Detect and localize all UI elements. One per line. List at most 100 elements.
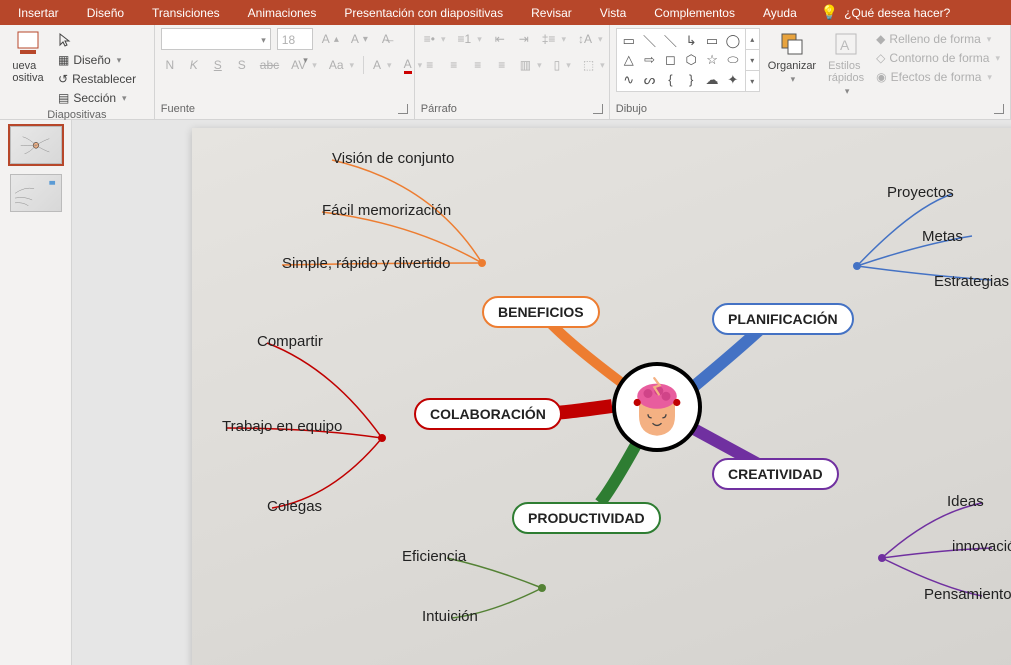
leaf-simple[interactable]: Simple, rápido y divertido <box>282 255 450 272</box>
align-text-button[interactable]: ▯ <box>551 56 574 74</box>
tab-animaciones[interactable]: Animaciones <box>234 2 331 24</box>
text-direction-button[interactable]: ↕A <box>575 30 606 48</box>
align-center-button[interactable]: ≡ <box>445 56 463 74</box>
leaf-intuicion[interactable]: Intuición <box>422 608 478 625</box>
shapes-gallery[interactable]: ▭＼＼↳▭◯ △⇨◻⬡☆⬭ ∿ᔕ{}☁✦ <box>616 28 746 92</box>
tab-insertar[interactable]: Insertar <box>4 2 73 24</box>
leaf-estrategias[interactable]: Estrategias <box>934 273 1009 290</box>
drawing-dialog-launcher[interactable] <box>994 104 1004 114</box>
shape-fill-button[interactable]: ◆Relleno de forma <box>872 30 1004 48</box>
gallery-scroll: ▴ ▾ ▾ <box>746 28 760 92</box>
shape-callout[interactable]: ⬭ <box>723 51 743 70</box>
leaf-proyectos[interactable]: Proyectos <box>887 184 954 201</box>
leaf-ideas[interactable]: Ideas <box>947 493 984 510</box>
leaf-innovacion[interactable]: innovación <box>952 538 1011 555</box>
section-button[interactable]: ▤Sección <box>54 89 140 107</box>
group-slides: ueva ositiva ▦Diseño ↺Restablecer ▤Secci… <box>0 25 155 119</box>
node-productividad[interactable]: PRODUCTIVIDAD <box>512 502 661 534</box>
leaf-metas[interactable]: Metas <box>922 228 963 245</box>
tell-me-search[interactable]: 💡 ¿Qué desea hacer? <box>821 4 951 21</box>
tab-revisar[interactable]: Revisar <box>517 2 586 24</box>
gallery-up[interactable]: ▴ <box>746 29 759 50</box>
shape-outline-button[interactable]: ◇Contorno de forma <box>872 49 1004 67</box>
shape-star[interactable]: ☆ <box>702 51 722 70</box>
italic-button[interactable]: K <box>185 56 203 74</box>
shape-arrow[interactable]: ⇨ <box>640 51 660 70</box>
gallery-more[interactable]: ▾ <box>746 71 759 91</box>
leaf-colegas[interactable]: Colegas <box>267 498 322 515</box>
slide[interactable]: BENEFICIOS PLANIFICACIÓN COLABORACIÓN CR… <box>192 128 1011 665</box>
quick-styles-button[interactable]: A Estilos rápidos <box>824 28 868 99</box>
shape-effects-button[interactable]: ◉Efectos de forma <box>872 68 1004 86</box>
leaf-vision[interactable]: Visión de conjunto <box>332 150 454 167</box>
cursor-tool[interactable] <box>54 30 140 50</box>
leaf-pensamientos[interactable]: Pensamientos <box>924 586 1011 603</box>
align-left-button[interactable]: ≡ <box>421 56 439 74</box>
svg-text:A: A <box>840 37 850 53</box>
tell-me-label: ¿Qué desea hacer? <box>844 6 950 20</box>
tab-diseno[interactable]: Diseño <box>73 2 138 24</box>
layout-button[interactable]: ▦Diseño <box>54 51 140 69</box>
tab-ayuda[interactable]: Ayuda <box>749 2 811 24</box>
bold-button[interactable]: N <box>161 56 179 74</box>
tab-vista[interactable]: Vista <box>586 2 640 24</box>
leaf-facil[interactable]: Fácil memorización <box>322 202 451 219</box>
shape-connector[interactable]: ↳ <box>681 31 701 50</box>
case-button[interactable]: Aa <box>326 56 357 74</box>
smartart-button[interactable]: ⬚ <box>580 56 608 74</box>
shape-rect[interactable]: ▭ <box>702 31 722 50</box>
shape-line[interactable]: ＼ <box>640 31 660 50</box>
node-colaboracion[interactable]: COLABORACIÓN <box>414 398 562 430</box>
new-slide-button[interactable]: ueva ositiva <box>6 28 50 86</box>
reset-button[interactable]: ↺Restablecer <box>54 70 140 88</box>
arrange-button[interactable]: Organizar <box>764 28 820 87</box>
justify-button[interactable]: ≡ <box>493 56 511 74</box>
shape-free[interactable]: ᔕ <box>640 71 660 90</box>
quick-styles-icon: A <box>832 30 860 58</box>
grow-font-button[interactable]: A▴ <box>319 30 342 48</box>
line-spacing-button[interactable]: ‡≡ <box>539 30 569 48</box>
strike-button[interactable]: abc <box>257 56 282 74</box>
font-size-combo[interactable]: 18 <box>277 28 313 50</box>
canvas[interactable]: BENEFICIOS PLANIFICACIÓN COLABORACIÓN CR… <box>72 120 1011 665</box>
leaf-trabajo[interactable]: Trabajo en equipo <box>222 418 342 435</box>
gallery-down[interactable]: ▾ <box>746 50 759 71</box>
shadow-button[interactable]: S <box>233 56 251 74</box>
shrink-font-button[interactable]: A▾ <box>348 30 371 48</box>
shape-roundrect[interactable]: ◻ <box>660 51 680 70</box>
clear-format-button[interactable]: A̶ <box>377 30 395 48</box>
tab-presentacion[interactable]: Presentación con diapositivas <box>330 2 517 24</box>
bullets-button[interactable]: ≡• <box>421 30 449 48</box>
ribbon-tabs: Insertar Diseño Transiciones Animaciones… <box>0 0 1011 25</box>
shape-oval[interactable]: ◯ <box>723 31 743 50</box>
shape-cloud[interactable]: ☁ <box>702 71 722 90</box>
shape-brace-l[interactable]: { <box>660 71 680 90</box>
shape-plus[interactable]: ✦ <box>723 71 743 90</box>
leaf-eficiencia[interactable]: Eficiencia <box>402 548 466 565</box>
columns-button[interactable]: ▥ <box>517 56 545 74</box>
underline-button[interactable]: S <box>209 56 227 74</box>
decrease-indent-button[interactable]: ⇤ <box>491 30 509 48</box>
shape-line2[interactable]: ＼ <box>660 31 680 50</box>
shape-hex[interactable]: ⬡ <box>681 51 701 70</box>
node-planificacion[interactable]: PLANIFICACIÓN <box>712 303 854 335</box>
increase-indent-button[interactable]: ⇥ <box>515 30 533 48</box>
shape-triangle[interactable]: △ <box>619 51 639 70</box>
align-right-button[interactable]: ≡ <box>469 56 487 74</box>
shape-curve[interactable]: ∿ <box>619 71 639 90</box>
highlight-button[interactable]: A <box>370 56 395 74</box>
reset-label: Restablecer <box>72 72 136 86</box>
node-beneficios[interactable]: BENEFICIOS <box>482 296 600 328</box>
font-dialog-launcher[interactable] <box>398 104 408 114</box>
para-dialog-launcher[interactable] <box>593 104 603 114</box>
shape-brace-r[interactable]: } <box>681 71 701 90</box>
shape-textbox[interactable]: ▭ <box>619 31 639 50</box>
numbering-button[interactable]: ≡1 <box>455 30 485 48</box>
leaf-compartir[interactable]: Compartir <box>257 333 323 350</box>
slide-thumb-2[interactable] <box>10 174 62 212</box>
tab-transiciones[interactable]: Transiciones <box>138 2 234 24</box>
slide-thumb-1[interactable] <box>10 126 62 164</box>
font-name-combo[interactable] <box>161 28 271 50</box>
node-creatividad[interactable]: CREATIVIDAD <box>712 458 839 490</box>
tab-complementos[interactable]: Complementos <box>640 2 749 24</box>
